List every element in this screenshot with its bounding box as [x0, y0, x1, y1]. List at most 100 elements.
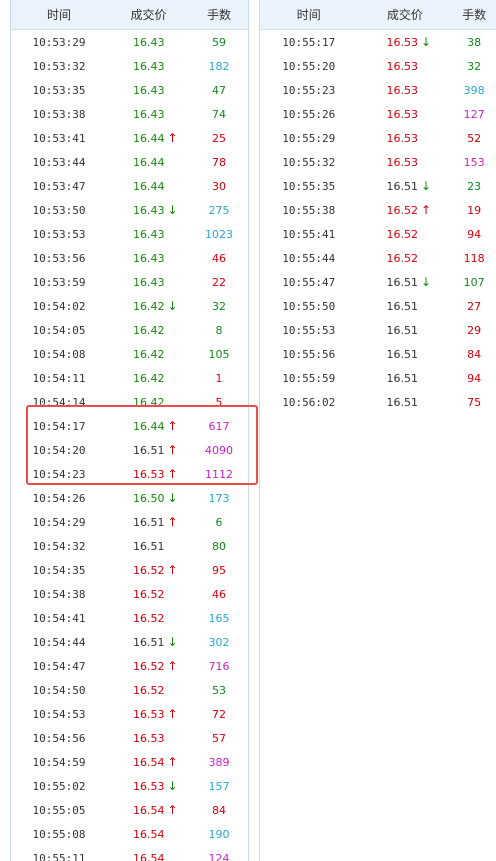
trade-price-cell: 16.53 — [107, 732, 190, 745]
trade-time: 10:55:53 — [282, 323, 336, 337]
trade-price-cell: 16.52 — [358, 252, 453, 265]
arrow-up-icon: ↑ — [167, 658, 178, 673]
trade-volume: 25 — [212, 131, 226, 145]
table-row: 10:53:29 16.43 59 — [11, 30, 248, 54]
table-row: 10:55:05 16.54 ↑ 84 — [11, 798, 248, 822]
trade-volume: 23 — [467, 179, 482, 193]
table-row: 10:55:26 16.53 127 — [260, 102, 496, 126]
table-row: 10:55:47 16.51 ↓ 107 — [260, 270, 496, 294]
table-row: 10:53:38 16.43 74 — [11, 102, 248, 126]
trade-price: 16.51 — [386, 395, 419, 409]
trade-time: 10:54:02 — [32, 299, 86, 313]
trade-volume: 38 — [467, 35, 482, 49]
trade-price: 16.50 — [133, 491, 165, 505]
trade-volume: 57 — [212, 731, 226, 745]
trade-price-cell: 16.52 — [107, 588, 190, 601]
arrow-down-icon: ↓ — [167, 778, 178, 793]
trade-volume: 302 — [208, 635, 230, 649]
table-row: 10:55:56 16.51 84 — [260, 342, 496, 366]
table-row: 10:54:02 16.42 ↓ 32 — [11, 294, 248, 318]
table-row: 10:55:11 16.54 124 — [11, 846, 248, 861]
trade-volume: 165 — [208, 611, 230, 625]
table-row: 10:55:59 16.51 94 — [260, 366, 496, 390]
trade-price-cell: 16.50 ↓ — [107, 492, 190, 505]
arrow-down-icon: ↓ — [421, 178, 432, 193]
trade-time: 10:53:38 — [32, 107, 86, 121]
trade-time: 10:54:53 — [32, 707, 86, 721]
table-row: 10:56:02 16.51 75 — [260, 390, 496, 414]
trade-time: 10:55:41 — [282, 227, 336, 241]
table-row: 10:53:56 16.43 46 — [11, 246, 248, 270]
trade-price: 16.53 — [386, 83, 419, 97]
trade-price-cell: 16.53 — [358, 84, 453, 97]
trade-volume: 32 — [212, 299, 226, 313]
trade-time: 10:53:59 — [32, 275, 86, 289]
table-row: 10:55:38 16.52 ↑ 19 — [260, 198, 496, 222]
trade-time: 10:54:08 — [32, 347, 86, 361]
trade-volume: 94 — [467, 371, 482, 385]
trade-price: 16.51 — [386, 179, 419, 193]
trade-price-cell: 16.43 — [107, 84, 190, 97]
trade-volume: 80 — [212, 539, 226, 553]
trade-price: 16.51 — [133, 635, 165, 649]
trade-time: 10:53:44 — [32, 155, 86, 169]
header-time: 时间 — [296, 8, 321, 22]
trade-time: 10:55:56 — [282, 347, 336, 361]
table-row: 10:54:35 16.52 ↑ 95 — [11, 558, 248, 582]
arrow-down-icon: ↓ — [167, 298, 178, 313]
trade-volume: 84 — [467, 347, 482, 361]
trade-price: 16.52 — [133, 659, 165, 673]
trade-time: 10:55:35 — [282, 179, 336, 193]
trade-time: 10:55:02 — [32, 779, 86, 793]
trade-time: 10:53:47 — [32, 179, 86, 193]
table-row: 10:54:05 16.42 8 — [11, 318, 248, 342]
table-row: 10:54:32 16.51 80 — [11, 534, 248, 558]
arrow-up-icon: ↑ — [167, 562, 178, 577]
trade-price: 16.42 — [133, 299, 165, 313]
trade-price: 16.53 — [133, 779, 165, 793]
trade-time: 10:54:26 — [32, 491, 86, 505]
table-row: 10:55:29 16.53 52 — [260, 126, 496, 150]
trade-time: 10:53:32 — [32, 59, 86, 73]
trade-time: 10:53:35 — [32, 83, 86, 97]
trade-price: 16.54 — [133, 755, 165, 769]
trade-price-cell: 16.51 — [358, 324, 453, 337]
trade-time: 10:54:32 — [32, 539, 86, 553]
trade-price: 16.43 — [133, 35, 165, 49]
trade-price: 16.53 — [386, 107, 419, 121]
table-row: 10:53:53 16.43 1023 — [11, 222, 248, 246]
header-price: 成交价 — [386, 8, 423, 22]
table-header: 时间 成交价 手数 — [11, 0, 248, 30]
trade-price: 16.43 — [133, 107, 165, 121]
trade-price-cell: 16.54 ↑ — [107, 804, 190, 817]
trade-volume: 47 — [212, 83, 226, 97]
trade-price-cell: 16.53 ↓ — [107, 780, 190, 793]
trade-volume: 22 — [212, 275, 226, 289]
trade-time: 10:54:50 — [32, 683, 86, 697]
trade-price: 16.54 — [133, 827, 165, 841]
table-row: 10:55:35 16.51 ↓ 23 — [260, 174, 496, 198]
trade-volume: 124 — [208, 851, 230, 861]
trade-price: 16.51 — [133, 539, 165, 553]
arrow-up-icon: ↑ — [167, 802, 178, 817]
trade-time: 10:54:56 — [32, 731, 86, 745]
trade-time: 10:55:44 — [282, 251, 336, 265]
trade-price-cell: 16.43 — [107, 108, 190, 121]
trade-volume: 190 — [208, 827, 230, 841]
trade-price-cell: 16.51 — [107, 540, 190, 553]
trade-price-cell: 16.54 ↑ — [107, 756, 190, 769]
trade-volume: 52 — [467, 131, 482, 145]
trade-time: 10:53:41 — [32, 131, 86, 145]
trade-price: 16.43 — [133, 83, 165, 97]
trade-price-cell: 16.43 — [107, 228, 190, 241]
trade-volume: 275 — [208, 203, 230, 217]
trade-volume: 716 — [208, 659, 230, 673]
trade-price: 16.43 — [133, 275, 165, 289]
trade-price-cell: 16.54 — [107, 828, 190, 841]
trade-time: 10:54:59 — [32, 755, 86, 769]
trade-volume: 105 — [208, 347, 230, 361]
trade-price: 16.44 — [133, 131, 165, 145]
table-row: 10:55:23 16.53 398 — [260, 78, 496, 102]
trade-price-cell: 16.43 — [107, 36, 190, 49]
trade-time: 10:56:02 — [282, 395, 336, 409]
